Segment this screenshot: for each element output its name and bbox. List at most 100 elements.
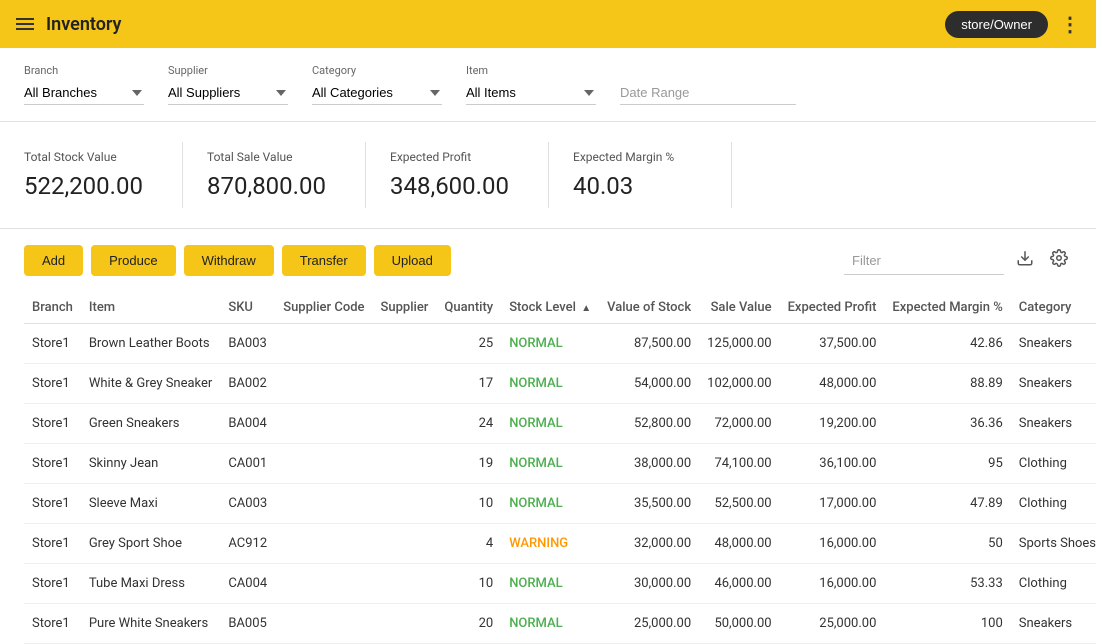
- cell-item: Pure White Sneakers: [81, 604, 221, 644]
- metric-label-1: Total Sale Value: [207, 150, 341, 164]
- cell-sku: CA001: [220, 444, 275, 484]
- metric-value-0: 522,200.00: [24, 172, 158, 200]
- toolbar-right: [844, 245, 1072, 276]
- metric-value-1: 870,800.00: [207, 172, 341, 200]
- withdraw-button[interactable]: Withdraw: [184, 245, 274, 276]
- menu-icon[interactable]: [16, 18, 34, 30]
- produce-button[interactable]: Produce: [91, 245, 175, 276]
- cell-expected-profit: 48,000.00: [780, 364, 885, 404]
- table-row[interactable]: Store1 White & Grey Sneaker BA002 17 NOR…: [24, 364, 1096, 404]
- cell-value-of-stock: 35,500.00: [599, 484, 699, 524]
- cell-sku: CA003: [220, 484, 275, 524]
- cell-supplier-code: [275, 324, 372, 364]
- settings-icon[interactable]: [1046, 245, 1072, 276]
- category-filter: Category All Categories: [312, 64, 442, 105]
- col-item: Item: [81, 292, 221, 324]
- item-select[interactable]: All Items: [466, 81, 596, 105]
- cell-stock-level: NORMAL: [501, 564, 599, 604]
- more-icon[interactable]: ⋮: [1060, 12, 1080, 36]
- cell-sku: AC912: [220, 524, 275, 564]
- add-button[interactable]: Add: [24, 245, 83, 276]
- cell-supplier-code: [275, 364, 372, 404]
- cell-supplier: [373, 324, 437, 364]
- cell-stock-level: NORMAL: [501, 444, 599, 484]
- cell-supplier-code: [275, 404, 372, 444]
- cell-category: Sneakers: [1011, 604, 1096, 644]
- table-header-row: Branch Item SKU Supplier Code Supplier Q…: [24, 292, 1096, 324]
- cell-sku: BA003: [220, 324, 275, 364]
- cell-value-of-stock: 25,000.00: [599, 604, 699, 644]
- cell-branch: Store1: [24, 444, 81, 484]
- category-select[interactable]: All Categories: [312, 81, 442, 105]
- category-label: Category: [312, 64, 442, 77]
- cell-sku: BA004: [220, 404, 275, 444]
- cell-category: Clothing: [1011, 444, 1096, 484]
- cell-branch: Store1: [24, 484, 81, 524]
- table-row[interactable]: Store1 Skinny Jean CA001 19 NORMAL 38,00…: [24, 444, 1096, 484]
- date-range-filter: [620, 64, 796, 105]
- cell-stock-level: NORMAL: [501, 404, 599, 444]
- metric-value-3: 40.03: [573, 172, 707, 200]
- cell-value-of-stock: 30,000.00: [599, 564, 699, 604]
- cell-expected-margin: 36.36: [884, 404, 1010, 444]
- cell-supplier: [373, 484, 437, 524]
- cell-expected-profit: 16,000.00: [780, 564, 885, 604]
- cell-quantity: 24: [436, 404, 501, 444]
- branch-select[interactable]: All Branches: [24, 81, 144, 105]
- inventory-table-wrapper: Branch Item SKU Supplier Code Supplier Q…: [0, 292, 1096, 644]
- cell-branch: Store1: [24, 604, 81, 644]
- upload-button[interactable]: Upload: [374, 245, 451, 276]
- cell-value-of-stock: 54,000.00: [599, 364, 699, 404]
- cell-supplier-code: [275, 564, 372, 604]
- table-row[interactable]: Store1 Grey Sport Shoe AC912 4 WARNING 3…: [24, 524, 1096, 564]
- cell-expected-margin: 53.33: [884, 564, 1010, 604]
- table-filter-input[interactable]: [844, 247, 1004, 275]
- transfer-button[interactable]: Transfer: [282, 245, 366, 276]
- header-right: store/Owner ⋮: [945, 11, 1080, 38]
- table-row[interactable]: Store1 Pure White Sneakers BA005 20 NORM…: [24, 604, 1096, 644]
- metric-label-3: Expected Margin %: [573, 150, 707, 164]
- cell-sale-value: 74,100.00: [699, 444, 779, 484]
- store-owner-button[interactable]: store/Owner: [945, 11, 1048, 38]
- cell-sale-value: 125,000.00: [699, 324, 779, 364]
- page-title: Inventory: [46, 14, 121, 35]
- cell-expected-margin: 50: [884, 524, 1010, 564]
- cell-item: Sleeve Maxi: [81, 484, 221, 524]
- cell-stock-level: NORMAL: [501, 364, 599, 404]
- cell-category: Sneakers: [1011, 404, 1096, 444]
- col-supplier: Supplier: [373, 292, 437, 324]
- table-row[interactable]: Store1 Green Sneakers BA004 24 NORMAL 52…: [24, 404, 1096, 444]
- table-row[interactable]: Store1 Tube Maxi Dress CA004 10 NORMAL 3…: [24, 564, 1096, 604]
- cell-value-of-stock: 52,800.00: [599, 404, 699, 444]
- supplier-select[interactable]: All Suppliers: [168, 81, 288, 105]
- cell-sale-value: 102,000.00: [699, 364, 779, 404]
- cell-expected-profit: 36,100.00: [780, 444, 885, 484]
- header: Inventory store/Owner ⋮: [0, 0, 1096, 48]
- item-label: Item: [466, 64, 596, 77]
- cell-category: Sneakers: [1011, 364, 1096, 404]
- branch-label: Branch: [24, 64, 144, 77]
- cell-quantity: 20: [436, 604, 501, 644]
- col-expected-margin: Expected Margin %: [884, 292, 1010, 324]
- download-icon[interactable]: [1012, 245, 1038, 276]
- cell-item: Grey Sport Shoe: [81, 524, 221, 564]
- cell-sale-value: 72,000.00: [699, 404, 779, 444]
- cell-supplier: [373, 444, 437, 484]
- col-value-of-stock: Value of Stock: [599, 292, 699, 324]
- metric-label-0: Total Stock Value: [24, 150, 158, 164]
- cell-item: Tube Maxi Dress: [81, 564, 221, 604]
- cell-supplier-code: [275, 484, 372, 524]
- cell-stock-level: WARNING: [501, 524, 599, 564]
- col-stock-level[interactable]: Stock Level ▲: [501, 292, 599, 324]
- table-row[interactable]: Store1 Brown Leather Boots BA003 25 NORM…: [24, 324, 1096, 364]
- cell-branch: Store1: [24, 324, 81, 364]
- cell-category: Clothing: [1011, 564, 1096, 604]
- date-range-input[interactable]: [620, 81, 796, 105]
- cell-sale-value: 50,000.00: [699, 604, 779, 644]
- cell-expected-margin: 95: [884, 444, 1010, 484]
- cell-expected-margin: 47.89: [884, 484, 1010, 524]
- table-row[interactable]: Store1 Sleeve Maxi CA003 10 NORMAL 35,50…: [24, 484, 1096, 524]
- cell-item: White & Grey Sneaker: [81, 364, 221, 404]
- metric-expected-margin: Expected Margin % 40.03: [573, 142, 732, 208]
- cell-branch: Store1: [24, 404, 81, 444]
